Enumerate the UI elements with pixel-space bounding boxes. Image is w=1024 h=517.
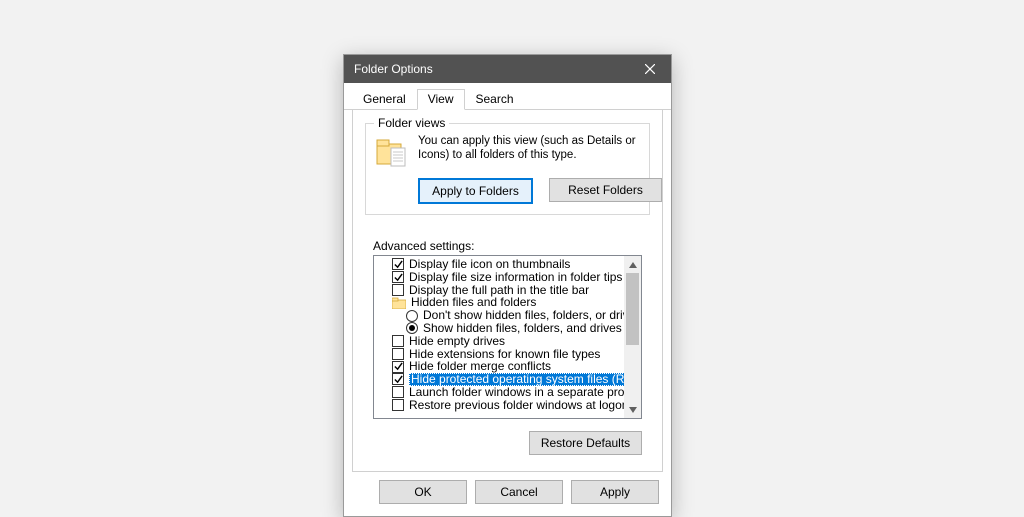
folder-views-group: Folder views You can apply this view (su… — [365, 123, 650, 215]
list-item-label: Don't show hidden files, folders, or dri… — [423, 309, 641, 322]
list-item-label: Hide empty drives — [409, 335, 505, 348]
list-item-label: Launch folder windows in a separate proc… — [409, 386, 642, 399]
apply-to-folders-button[interactable]: Apply to Folders — [418, 178, 533, 204]
list-item-label: Hide protected operating system files (R… — [409, 373, 642, 386]
list-item[interactable]: Hide extensions for known file types — [392, 347, 627, 360]
checkbox[interactable] — [392, 386, 404, 398]
checkbox[interactable] — [392, 258, 404, 270]
tab-general[interactable]: General — [352, 89, 417, 110]
apply-button[interactable]: Apply — [571, 480, 659, 504]
list-item[interactable]: Show hidden files, folders, and drives — [392, 322, 627, 335]
tab-search[interactable]: Search — [465, 89, 525, 110]
list-item[interactable]: Launch folder windows in a separate proc… — [392, 386, 627, 399]
radio[interactable] — [406, 310, 418, 322]
list-item-label: Display the full path in the title bar — [409, 284, 589, 297]
scroll-down-icon[interactable] — [624, 401, 641, 418]
window-title: Folder Options — [354, 62, 433, 76]
list-item[interactable]: Display file icon on thumbnails — [392, 258, 627, 271]
list-item[interactable]: Display the full path in the title bar — [392, 284, 627, 297]
list-item-label: Display file size information in folder … — [409, 271, 622, 284]
titlebar: Folder Options — [344, 55, 671, 83]
list-item-label: Hide folder merge conflicts — [409, 360, 551, 373]
list-item[interactable]: Display file size information in folder … — [392, 271, 627, 284]
tab-strip: General View Search — [344, 83, 671, 110]
advanced-settings-label: Advanced settings: — [373, 239, 650, 253]
list-item[interactable]: Hide protected operating system files (R… — [392, 373, 627, 386]
list-item[interactable]: Hide empty drives — [392, 335, 627, 348]
folder-options-dialog: Folder Options General View Search Folde… — [343, 54, 672, 517]
dialog-buttons: OK Cancel Apply — [344, 472, 671, 516]
list-item-label: Restore previous folder windows at logon — [409, 399, 628, 412]
radio[interactable] — [406, 322, 418, 334]
checkbox[interactable] — [392, 335, 404, 347]
list-item[interactable]: Restore previous folder windows at logon — [392, 399, 627, 412]
list-item-label: Hide extensions for known file types — [409, 348, 600, 361]
checkbox[interactable] — [392, 361, 404, 373]
folder-views-description: You can apply this view (such as Details… — [418, 134, 641, 170]
tab-panel-view: Folder views You can apply this view (su… — [352, 109, 663, 472]
list-item[interactable]: Hide folder merge conflicts — [392, 360, 627, 373]
list-item-label: Display file icon on thumbnails — [409, 258, 570, 271]
close-button[interactable] — [637, 59, 663, 79]
checkbox[interactable] — [392, 373, 404, 385]
folder-icon — [392, 297, 406, 309]
ok-button[interactable]: OK — [379, 480, 467, 504]
checkbox[interactable] — [392, 348, 404, 360]
advanced-settings-list[interactable]: Display file icon on thumbnailsDisplay f… — [373, 255, 642, 419]
close-icon — [645, 64, 655, 74]
scroll-up-icon[interactable] — [624, 256, 641, 273]
checkbox[interactable] — [392, 284, 404, 296]
list-item-label: Show hidden files, folders, and drives — [423, 322, 622, 335]
checkbox[interactable] — [392, 271, 404, 283]
restore-defaults-button[interactable]: Restore Defaults — [529, 431, 642, 455]
cancel-button[interactable]: Cancel — [475, 480, 563, 504]
list-item-label: Hidden files and folders — [411, 296, 536, 309]
scrollbar-thumb[interactable] — [626, 273, 639, 345]
folder-icon — [374, 136, 408, 170]
folder-views-label: Folder views — [374, 116, 449, 130]
list-item[interactable]: Don't show hidden files, folders, or dri… — [392, 309, 627, 322]
list-item[interactable]: Hidden files and folders — [392, 296, 627, 309]
scrollbar-vertical[interactable] — [624, 256, 641, 418]
checkbox[interactable] — [392, 399, 404, 411]
tab-view[interactable]: View — [417, 89, 465, 110]
reset-folders-button[interactable]: Reset Folders — [549, 178, 662, 202]
